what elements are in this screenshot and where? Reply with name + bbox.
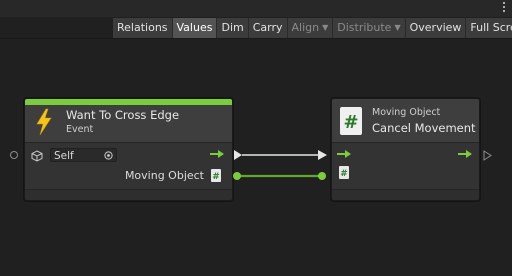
cancel-movement-node[interactable]: # Moving Object Cancel Movement # [331,98,480,201]
align-label: Align [291,21,320,34]
event-node[interactable]: Want To Cross Edge Event Self Moving Obj… [24,98,233,201]
node-subtitle: Event [66,124,94,135]
caret-down-icon: ▼ [322,23,329,32]
graph-editor: Relations Values Dim Carry Align ▼ Distri… [0,0,512,276]
cube-icon [31,150,43,162]
node-footer [25,189,232,200]
more-options-icon[interactable] [502,1,506,15]
self-value: Self [54,150,74,162]
overview-button[interactable]: Overview [405,18,467,38]
lightning-bolt-icon [36,108,52,136]
flow-output-triangle-icon[interactable] [483,150,492,161]
output-port-label: Moving Object [124,169,204,182]
carry-button[interactable]: Carry [248,18,288,38]
align-dropdown[interactable]: Align ▼ [287,18,334,38]
svg-text:#: # [340,169,348,179]
control-flow-edge[interactable] [234,150,327,160]
toolbar-divider [0,38,512,39]
caret-down-icon: ▼ [394,23,401,32]
flow-output-arrow-icon[interactable] [458,150,472,158]
distribute-dropdown[interactable]: Distribute ▼ [333,18,406,38]
values-button[interactable]: Values [172,18,218,38]
node-title: Want To Cross Edge [66,108,180,122]
graph-toolbar: Relations Values Dim Carry Align ▼ Distri… [113,18,512,38]
hash-script-icon: # [340,107,362,135]
flow-input-arrow-icon[interactable] [337,150,351,158]
flow-output-arrow-icon[interactable] [210,150,224,158]
flow-input-port-icon[interactable] [10,151,18,159]
window-top-strip [0,0,512,17]
self-target-field[interactable]: Self [50,148,117,162]
node-body: Self Moving Object # [25,143,232,190]
dim-button[interactable]: Dim [217,18,249,38]
value-edge[interactable] [233,172,326,180]
distribute-label: Distribute [337,21,392,34]
node-body: # [332,143,479,190]
svg-text:#: # [212,172,220,182]
full-screen-button[interactable]: Full Screen [466,18,512,38]
node-title: Cancel Movement [372,121,476,135]
node-header: Want To Cross Edge Event [25,105,232,143]
object-picker-icon[interactable] [104,151,113,160]
svg-text:#: # [343,112,358,133]
node-header: # Moving Object Cancel Movement [332,99,479,143]
node-subtitle: Moving Object [372,107,441,118]
node-footer [332,189,479,200]
script-hash-icon[interactable]: # [339,166,349,179]
script-hash-icon: # [211,169,221,182]
relations-button[interactable]: Relations [113,18,173,38]
